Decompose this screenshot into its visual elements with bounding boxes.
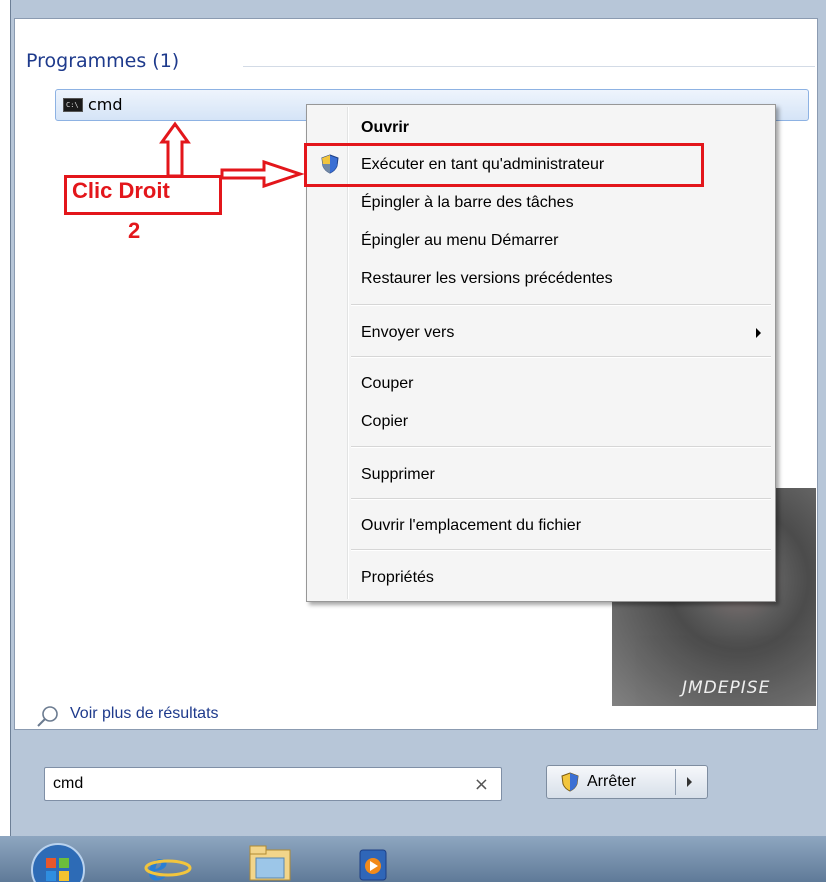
clear-search-icon[interactable]: × [474, 774, 489, 795]
start-search-input[interactable]: cmd × [44, 767, 502, 801]
search-magnifier-icon [37, 706, 58, 727]
media-player-icon[interactable] [356, 840, 396, 882]
see-more-label: Voir plus de résultats [70, 705, 219, 722]
uac-shield-icon [561, 772, 579, 792]
annotation-arrows [111, 121, 305, 796]
arrow-up-icon [159, 121, 191, 178]
shutdown-options-arrow-icon[interactable] [687, 777, 692, 787]
internet-explorer-icon[interactable]: e [142, 840, 192, 882]
windows-start-orb-icon[interactable] [28, 840, 88, 882]
shutdown-button[interactable]: Arrêter [547, 766, 675, 798]
search-value: cmd [53, 775, 84, 792]
shutdown-label: Arrêter [587, 773, 636, 790]
file-explorer-icon[interactable] [246, 840, 296, 882]
arrow-right-icon [220, 159, 305, 189]
taskbar: e [0, 836, 826, 882]
shutdown-separator [675, 769, 676, 795]
shutdown-button-group: Arrêter [546, 765, 708, 799]
